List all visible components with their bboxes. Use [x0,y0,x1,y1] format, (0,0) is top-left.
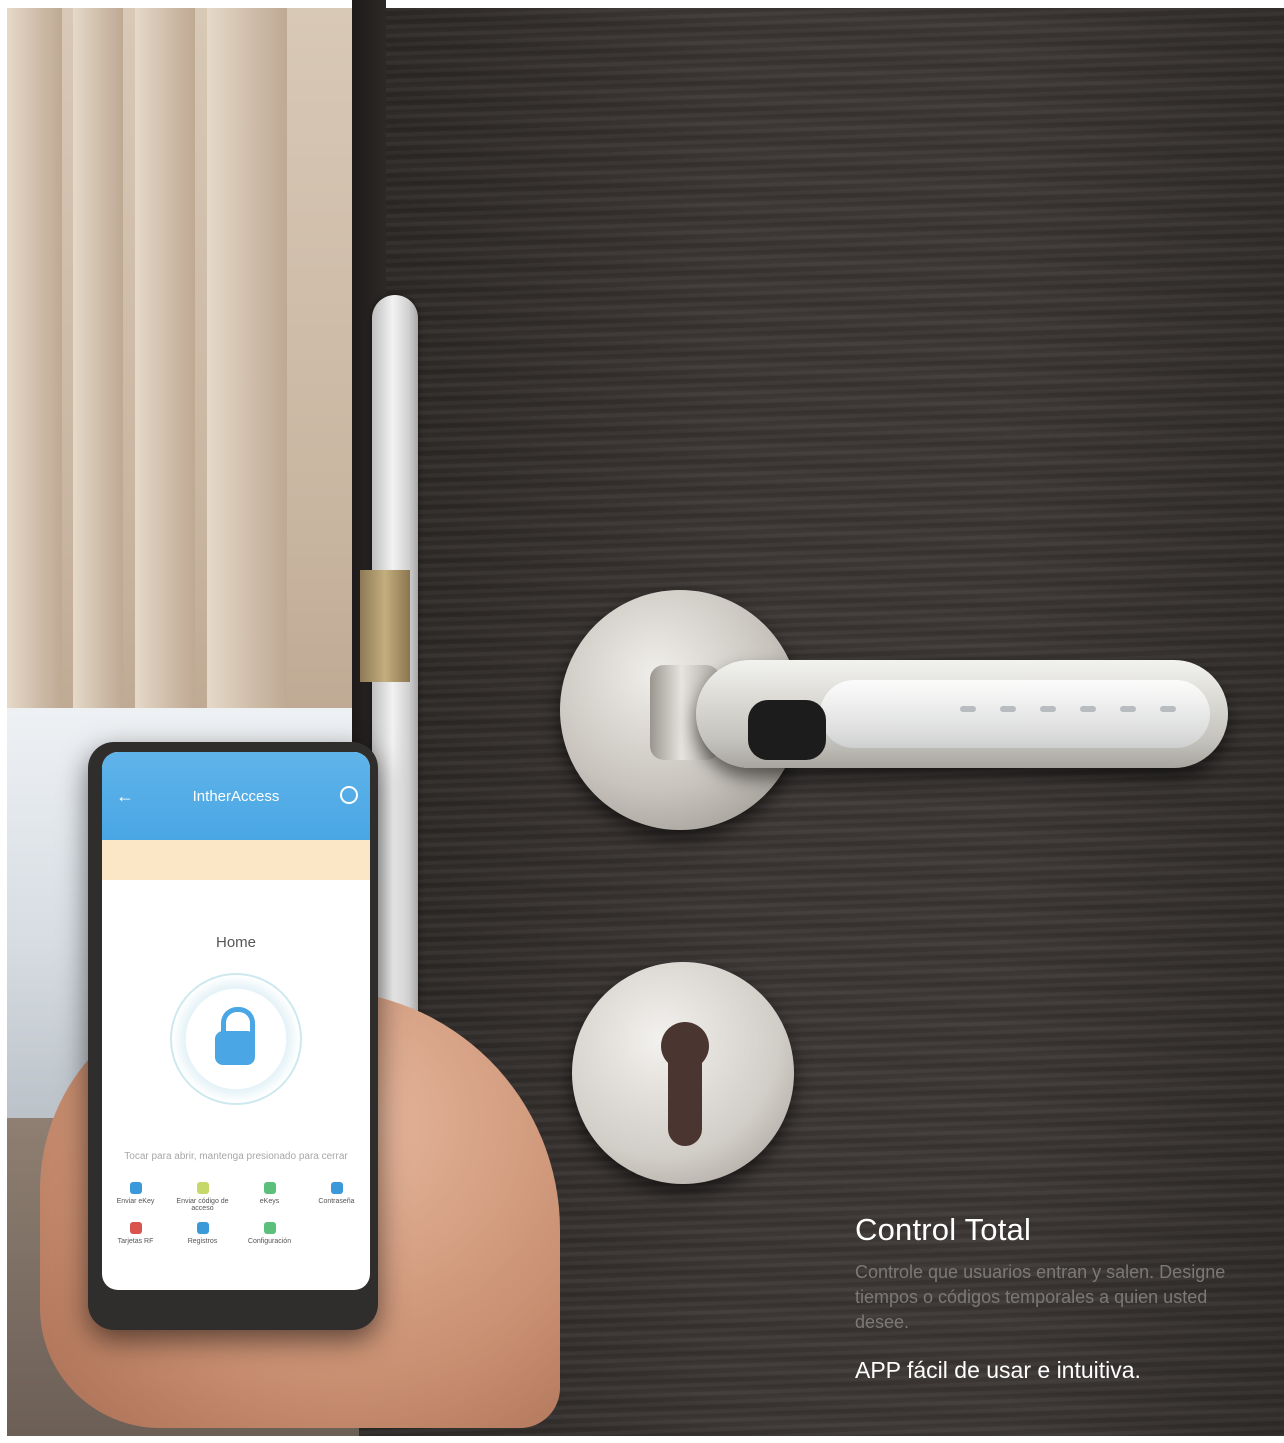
menu-item-send-passcode[interactable]: Enviar código de acceso [169,1182,236,1212]
unlock-hint: Tocar para abrir, mantenga presionado pa… [124,1151,348,1162]
settings-icon [263,1222,276,1234]
keypad-panel [820,680,1210,748]
description: Controle que usuarios entran y salen. De… [855,1262,1226,1332]
menu-item-settings[interactable]: Configuración [236,1222,303,1245]
keypad-dot [1040,706,1056,712]
marketing-copy: Control Total Controle que usuarios entr… [855,1212,1265,1384]
tagline: APP fácil de usar e intuitiva. [855,1357,1141,1383]
wall-panel [7,8,62,728]
password-icon [330,1182,343,1194]
keypad-dot [1120,706,1136,712]
app-title: IntherAccess [192,788,280,805]
wall-panel [207,8,287,728]
padlock-body [215,1031,255,1065]
menu-item-send-ekey[interactable]: Enviar eKey [102,1182,169,1212]
app-bar: ← IntherAccess [102,752,370,840]
latch-bolt [360,570,410,682]
app-menu-grid: Enviar eKey Enviar código de acceso eKey… [102,1182,370,1245]
lock-name: Home [215,934,256,951]
keypad-dot [960,706,976,712]
wall-panel [73,8,123,728]
menu-item-rf-cards[interactable]: Tarjetas RF [102,1222,169,1245]
status-bar [102,752,370,774]
fingerprint-sensor-icon [748,700,826,760]
unlock-button[interactable] [170,973,302,1105]
keypad-dot [1080,706,1096,712]
records-icon [196,1222,209,1234]
keys-icon [263,1182,276,1194]
wall-panel [135,8,195,728]
menu-item-ekeys[interactable]: eKeys [236,1182,303,1212]
passcode-icon [196,1182,209,1194]
keypad-dot [1000,706,1016,712]
ekey-icon [129,1182,142,1194]
card-icon [129,1222,142,1234]
menu-item-records[interactable]: Registros [169,1222,236,1245]
phone-screen: ← IntherAccess Home Tocar para abrir, ma… [102,752,370,1290]
notice-banner [102,840,370,880]
heading: Control Total [855,1212,1032,1247]
keyhole-icon [661,1022,709,1146]
menu-item-password[interactable]: Contraseña [303,1182,370,1212]
keypad-dot [1160,706,1176,712]
settings-icon[interactable] [340,786,358,804]
